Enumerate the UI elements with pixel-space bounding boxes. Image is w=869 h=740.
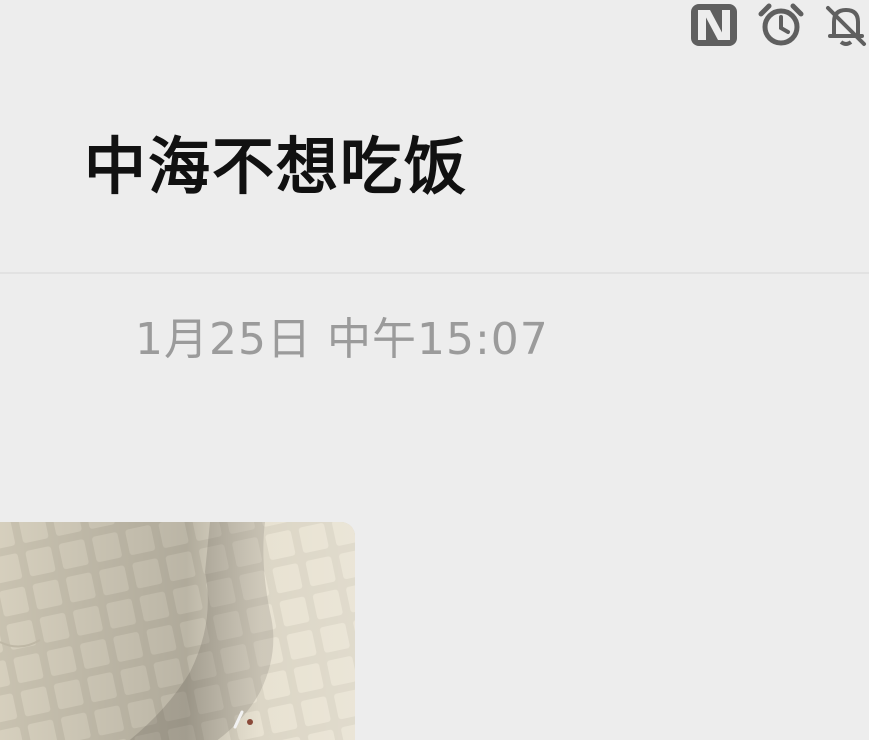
header-divider: [0, 272, 869, 274]
chat-screen: 中海不想吃饭 1月25日 中午15:07: [0, 0, 869, 740]
tiled-floor-photo: [0, 522, 355, 740]
image-message[interactable]: [0, 522, 355, 740]
chat-header: 中海不想吃饭: [0, 52, 869, 272]
alarm-icon: [756, 2, 806, 52]
chat-title: 中海不想吃饭: [84, 130, 469, 203]
bell-off-icon: [824, 2, 868, 52]
status-bar: [669, 0, 869, 52]
back-button[interactable]: [0, 122, 70, 212]
message-timestamp: 1月25日 中午15:07: [135, 314, 549, 365]
nfc-icon: [689, 2, 739, 52]
